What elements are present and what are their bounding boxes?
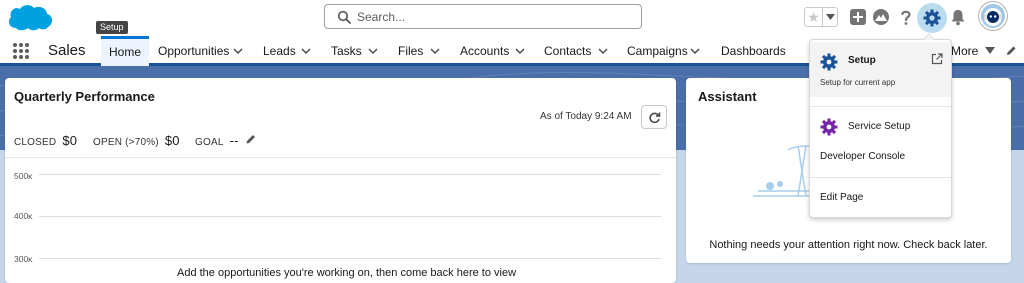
tab-label: Contacts [544,44,592,58]
chevron-down-icon[interactable] [515,48,525,54]
tab-dashboards[interactable]: Dashboards [721,36,786,66]
tab-contacts[interactable]: Contacts [544,36,591,66]
favorites-list-chevron-icon[interactable] [823,8,837,26]
card-title: Assistant [698,89,757,104]
chevron-down-icon[interactable] [368,48,378,54]
chevron-down-icon[interactable] [690,48,700,54]
tab-accounts[interactable]: Accounts [460,36,509,66]
favorite-star-icon[interactable]: ★ [805,8,823,26]
menu-item-developer-console[interactable]: Developer Console [810,144,951,168]
tab-more[interactable]: More [951,36,978,66]
global-search[interactable] [324,4,642,29]
setup-gear-button[interactable] [917,3,947,33]
service-setup-gear-icon [820,118,838,136]
gridline [39,258,661,259]
search-icon [337,10,351,24]
menu-divider [810,106,951,107]
y-axis-tick: 500κ [14,171,33,181]
tab-label: Opportunities [158,44,230,58]
quarterly-performance-card: Quarterly Performance As of Today 9:24 A… [5,78,676,283]
trailhead-icon[interactable] [872,8,890,26]
gridline [39,174,661,175]
tab-leads[interactable]: Leads [263,36,296,66]
tab-label: Tasks [331,44,362,58]
open-value: $0 [164,133,180,148]
tab-label: Campaigns [627,44,688,58]
tab-label: Accounts [460,44,510,58]
tab-label: Files [398,44,424,58]
menu-item-setup[interactable]: Setup Setup for current app [810,42,951,97]
setup-tooltip: Setup [96,21,128,34]
chevron-down-icon[interactable] [301,48,311,54]
card-title: Quarterly Performance [14,89,155,104]
menu-label: Setup [848,55,876,66]
chevron-down-icon[interactable] [233,48,243,54]
tab-home[interactable]: Home [101,36,149,66]
chart-empty-message: Add the opportunities you're working on,… [177,267,517,279]
y-axis-tick: 400κ [14,211,33,221]
menu-caret-inner [924,34,934,40]
setup-gear-icon [923,9,941,27]
goal-value: -- [229,133,239,148]
menu-label: Edit Page [820,192,864,203]
menu-label: Developer Console [820,151,906,162]
chevron-down-icon[interactable] [598,48,608,54]
goal-metric: GOAL -- [195,133,239,148]
tab-label: More [951,44,979,58]
tab-label: Leads [263,44,296,58]
assistant-message: Nothing needs your attention right now. … [709,239,988,251]
tab-label: Dashboards [721,44,786,58]
refresh-icon [649,112,661,124]
app-name: Sales [48,42,86,59]
chevron-down-icon[interactable] [430,48,440,54]
user-avatar[interactable] [979,2,1007,30]
setup-gear-icon [820,53,838,71]
menu-divider [810,177,951,178]
gridline [39,216,661,217]
menu-label: Service Setup [848,121,911,132]
global-header: ★ [0,0,1024,36]
salesforce-cloud-logo[interactable] [6,2,54,34]
open-in-new-window-icon[interactable] [931,53,943,65]
tab-tasks[interactable]: Tasks [331,36,362,66]
closed-label: CLOSED [14,137,57,148]
closed-metric: CLOSED $0 [14,133,77,148]
help-icon[interactable] [897,8,915,26]
tab-label: Home [108,45,141,59]
menu-subtext: Setup for current app [820,78,896,87]
refresh-button[interactable] [641,105,667,129]
y-axis-tick: 300κ [14,254,33,264]
menu-item-service-setup[interactable]: Service Setup [810,114,951,140]
notifications-bell-icon[interactable] [949,8,967,26]
add-icon[interactable] [849,8,867,26]
search-input[interactable] [357,8,637,26]
open-metric: OPEN (>70%) $0 [93,133,180,148]
astro-avatar-icon [984,8,1002,26]
tab-campaigns[interactable]: Campaigns [627,36,688,66]
edit-goal-pencil-icon[interactable] [245,133,257,145]
setup-menu: Setup Setup for current app Service Setu… [809,39,952,218]
as-of-timestamp: As of Today 9:24 AM [540,111,632,122]
tab-files[interactable]: Files [398,36,423,66]
app-launcher-icon[interactable] [12,42,30,60]
tab-opportunities[interactable]: Opportunities [158,36,229,66]
favorites-control[interactable]: ★ [804,7,838,27]
goal-label: GOAL [195,137,224,148]
menu-item-edit-page[interactable]: Edit Page [810,186,951,210]
more-dropdown-icon[interactable] [985,47,995,54]
open-label: OPEN (>70%) [93,137,159,148]
closed-value: $0 [62,133,78,148]
edit-nav-pencil-icon[interactable] [1005,45,1017,57]
card-divider [5,157,676,158]
